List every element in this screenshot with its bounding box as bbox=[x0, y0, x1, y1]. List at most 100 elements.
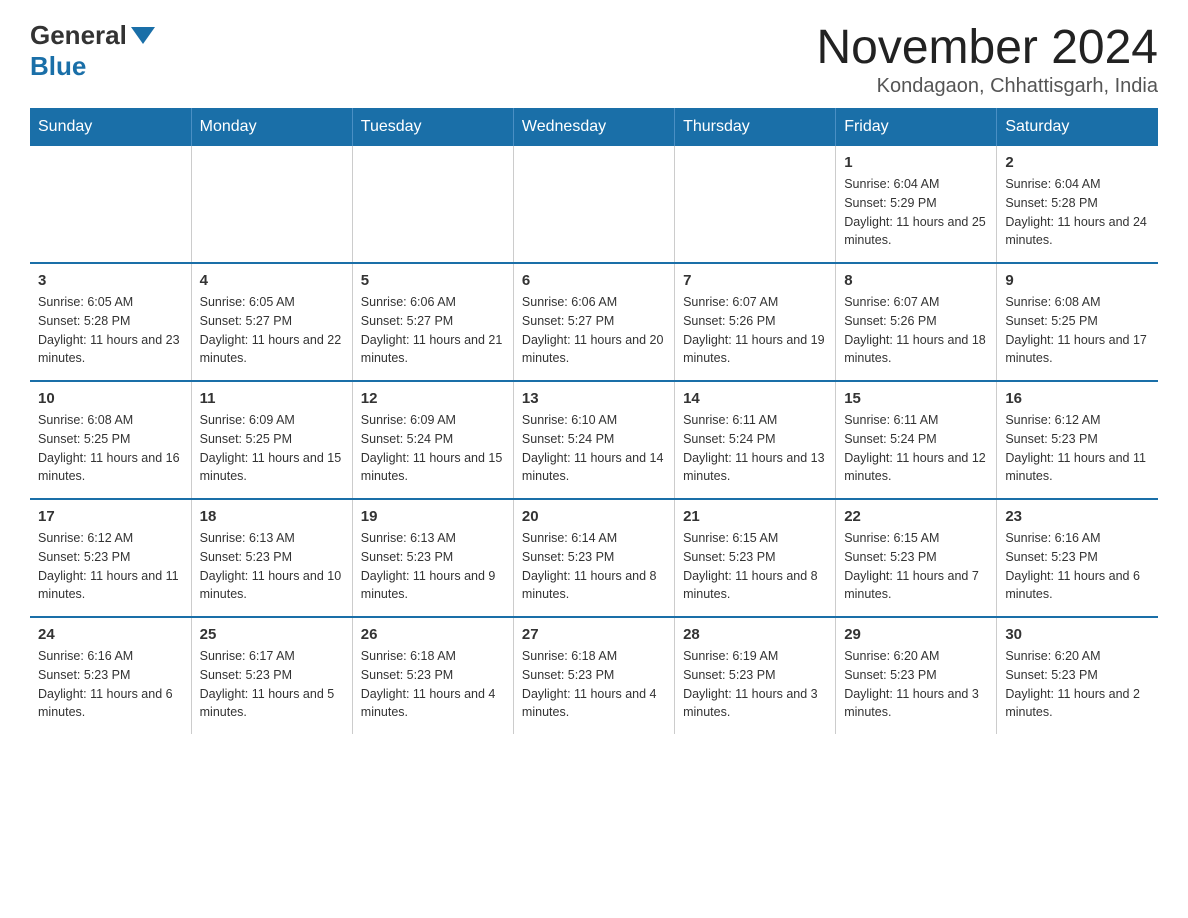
day-of-week-header: Wednesday bbox=[513, 108, 674, 146]
calendar-cell: 11 Sunrise: 6:09 AM Sunset: 5:25 PM Dayli… bbox=[191, 381, 352, 499]
calendar-cell: 26 Sunrise: 6:18 AM Sunset: 5:23 PM Dayli… bbox=[352, 617, 513, 734]
day-info: Sunrise: 6:18 AM Sunset: 5:23 PM Dayligh… bbox=[361, 647, 505, 722]
calendar-cell: 24 Sunrise: 6:16 AM Sunset: 5:23 PM Dayli… bbox=[30, 617, 191, 734]
day-number: 21 bbox=[683, 508, 827, 525]
logo-triangle-icon bbox=[131, 27, 155, 44]
page-header: General Blue November 2024 Kondagaon, Ch… bbox=[30, 20, 1158, 98]
day-info: Sunrise: 6:08 AM Sunset: 5:25 PM Dayligh… bbox=[1005, 293, 1150, 368]
day-number: 22 bbox=[844, 508, 988, 525]
day-number: 1 bbox=[844, 154, 988, 171]
calendar-cell: 19 Sunrise: 6:13 AM Sunset: 5:23 PM Dayli… bbox=[352, 499, 513, 617]
calendar-cell: 9 Sunrise: 6:08 AM Sunset: 5:25 PM Daylig… bbox=[997, 263, 1158, 381]
calendar-cell bbox=[513, 146, 674, 263]
day-info: Sunrise: 6:06 AM Sunset: 5:27 PM Dayligh… bbox=[361, 293, 505, 368]
day-number: 24 bbox=[38, 626, 183, 643]
day-info: Sunrise: 6:16 AM Sunset: 5:23 PM Dayligh… bbox=[1005, 529, 1150, 604]
day-info: Sunrise: 6:13 AM Sunset: 5:23 PM Dayligh… bbox=[361, 529, 505, 604]
calendar-cell: 25 Sunrise: 6:17 AM Sunset: 5:23 PM Dayli… bbox=[191, 617, 352, 734]
calendar-cell: 7 Sunrise: 6:07 AM Sunset: 5:26 PM Daylig… bbox=[675, 263, 836, 381]
calendar-cell: 4Sunrise: 6:05 AM Sunset: 5:27 PM Daylig… bbox=[191, 263, 352, 381]
day-of-week-header: Thursday bbox=[675, 108, 836, 146]
day-info: Sunrise: 6:19 AM Sunset: 5:23 PM Dayligh… bbox=[683, 647, 827, 722]
day-number: 3 bbox=[38, 272, 183, 289]
day-number: 15 bbox=[844, 390, 988, 407]
calendar-cell: 27 Sunrise: 6:18 AM Sunset: 5:23 PM Dayli… bbox=[513, 617, 674, 734]
calendar-week-row: 24 Sunrise: 6:16 AM Sunset: 5:23 PM Dayli… bbox=[30, 617, 1158, 734]
day-number: 8 bbox=[844, 272, 988, 289]
calendar-cell: 28 Sunrise: 6:19 AM Sunset: 5:23 PM Dayli… bbox=[675, 617, 836, 734]
day-number: 14 bbox=[683, 390, 827, 407]
calendar-cell bbox=[191, 146, 352, 263]
day-info: Sunrise: 6:11 AM Sunset: 5:24 PM Dayligh… bbox=[683, 411, 827, 486]
month-title: November 2024 bbox=[816, 20, 1158, 75]
calendar-cell: 30Sunrise: 6:20 AM Sunset: 5:23 PM Dayli… bbox=[997, 617, 1158, 734]
day-number: 30 bbox=[1005, 626, 1150, 643]
calendar-cell: 17 Sunrise: 6:12 AM Sunset: 5:23 PM Dayli… bbox=[30, 499, 191, 617]
day-number: 19 bbox=[361, 508, 505, 525]
day-number: 2 bbox=[1005, 154, 1150, 171]
day-number: 5 bbox=[361, 272, 505, 289]
calendar-cell: 2 Sunrise: 6:04 AM Sunset: 5:28 PM Daylig… bbox=[997, 146, 1158, 263]
day-info: Sunrise: 6:16 AM Sunset: 5:23 PM Dayligh… bbox=[38, 647, 183, 722]
day-of-week-header: Sunday bbox=[30, 108, 191, 146]
day-number: 26 bbox=[361, 626, 505, 643]
day-info: Sunrise: 6:13 AM Sunset: 5:23 PM Dayligh… bbox=[200, 529, 344, 604]
calendar-header-row: SundayMondayTuesdayWednesdayThursdayFrid… bbox=[30, 108, 1158, 146]
day-info: Sunrise: 6:05 AM Sunset: 5:27 PM Dayligh… bbox=[200, 293, 344, 368]
calendar-cell: 29 Sunrise: 6:20 AM Sunset: 5:23 PM Dayli… bbox=[836, 617, 997, 734]
day-number: 11 bbox=[200, 390, 344, 407]
day-of-week-header: Saturday bbox=[997, 108, 1158, 146]
title-section: November 2024 Kondagaon, Chhattisgarh, I… bbox=[816, 20, 1158, 98]
calendar-week-row: 17 Sunrise: 6:12 AM Sunset: 5:23 PM Dayli… bbox=[30, 499, 1158, 617]
day-info: Sunrise: 6:05 AM Sunset: 5:28 PM Dayligh… bbox=[38, 293, 183, 368]
day-info: Sunrise: 6:08 AM Sunset: 5:25 PM Dayligh… bbox=[38, 411, 183, 486]
calendar-week-row: 3 Sunrise: 6:05 AM Sunset: 5:28 PM Daylig… bbox=[30, 263, 1158, 381]
day-of-week-header: Tuesday bbox=[352, 108, 513, 146]
calendar-cell: 8 Sunrise: 6:07 AM Sunset: 5:26 PM Daylig… bbox=[836, 263, 997, 381]
day-number: 6 bbox=[522, 272, 666, 289]
day-number: 25 bbox=[200, 626, 344, 643]
calendar-table: SundayMondayTuesdayWednesdayThursdayFrid… bbox=[30, 108, 1158, 734]
day-info: Sunrise: 6:12 AM Sunset: 5:23 PM Dayligh… bbox=[1005, 411, 1150, 486]
day-number: 9 bbox=[1005, 272, 1150, 289]
day-info: Sunrise: 6:10 AM Sunset: 5:24 PM Dayligh… bbox=[522, 411, 666, 486]
day-number: 7 bbox=[683, 272, 827, 289]
day-info: Sunrise: 6:06 AM Sunset: 5:27 PM Dayligh… bbox=[522, 293, 666, 368]
calendar-cell: 13Sunrise: 6:10 AM Sunset: 5:24 PM Dayli… bbox=[513, 381, 674, 499]
calendar-cell: 6 Sunrise: 6:06 AM Sunset: 5:27 PM Daylig… bbox=[513, 263, 674, 381]
day-info: Sunrise: 6:09 AM Sunset: 5:25 PM Dayligh… bbox=[200, 411, 344, 486]
day-info: Sunrise: 6:17 AM Sunset: 5:23 PM Dayligh… bbox=[200, 647, 344, 722]
day-info: Sunrise: 6:04 AM Sunset: 5:29 PM Dayligh… bbox=[844, 175, 988, 250]
calendar-cell: 16 Sunrise: 6:12 AM Sunset: 5:23 PM Dayli… bbox=[997, 381, 1158, 499]
day-info: Sunrise: 6:12 AM Sunset: 5:23 PM Dayligh… bbox=[38, 529, 183, 604]
day-number: 23 bbox=[1005, 508, 1150, 525]
calendar-cell bbox=[30, 146, 191, 263]
day-of-week-header: Friday bbox=[836, 108, 997, 146]
day-info: Sunrise: 6:09 AM Sunset: 5:24 PM Dayligh… bbox=[361, 411, 505, 486]
day-number: 20 bbox=[522, 508, 666, 525]
day-info: Sunrise: 6:04 AM Sunset: 5:28 PM Dayligh… bbox=[1005, 175, 1150, 250]
day-number: 16 bbox=[1005, 390, 1150, 407]
day-info: Sunrise: 6:14 AM Sunset: 5:23 PM Dayligh… bbox=[522, 529, 666, 604]
day-number: 28 bbox=[683, 626, 827, 643]
day-number: 17 bbox=[38, 508, 183, 525]
day-info: Sunrise: 6:15 AM Sunset: 5:23 PM Dayligh… bbox=[844, 529, 988, 604]
day-number: 29 bbox=[844, 626, 988, 643]
day-number: 27 bbox=[522, 626, 666, 643]
day-info: Sunrise: 6:20 AM Sunset: 5:23 PM Dayligh… bbox=[844, 647, 988, 722]
day-info: Sunrise: 6:18 AM Sunset: 5:23 PM Dayligh… bbox=[522, 647, 666, 722]
logo-general-text: General bbox=[30, 20, 127, 51]
calendar-cell bbox=[352, 146, 513, 263]
location-title: Kondagaon, Chhattisgarh, India bbox=[816, 75, 1158, 98]
day-number: 18 bbox=[200, 508, 344, 525]
day-number: 12 bbox=[361, 390, 505, 407]
day-info: Sunrise: 6:07 AM Sunset: 5:26 PM Dayligh… bbox=[844, 293, 988, 368]
logo-blue-text: Blue bbox=[30, 51, 86, 81]
day-info: Sunrise: 6:07 AM Sunset: 5:26 PM Dayligh… bbox=[683, 293, 827, 368]
calendar-cell: 23 Sunrise: 6:16 AM Sunset: 5:23 PM Dayli… bbox=[997, 499, 1158, 617]
calendar-cell: 5 Sunrise: 6:06 AM Sunset: 5:27 PM Daylig… bbox=[352, 263, 513, 381]
day-number: 10 bbox=[38, 390, 183, 407]
logo: General Blue bbox=[30, 20, 155, 82]
calendar-week-row: 10 Sunrise: 6:08 AM Sunset: 5:25 PM Dayli… bbox=[30, 381, 1158, 499]
calendar-cell: 20 Sunrise: 6:14 AM Sunset: 5:23 PM Dayli… bbox=[513, 499, 674, 617]
